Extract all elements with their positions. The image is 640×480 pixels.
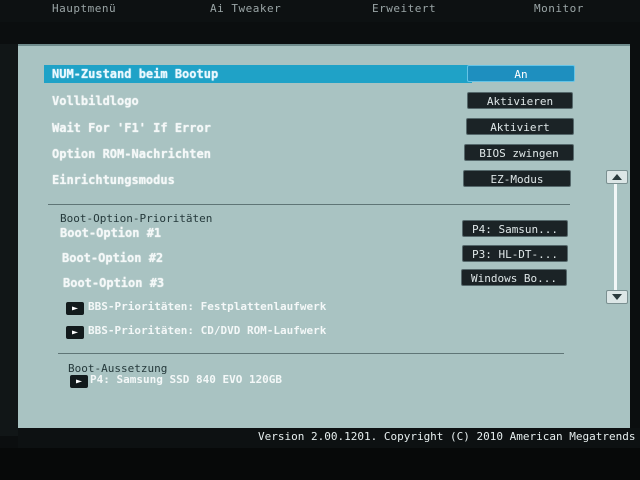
submenu-bbs-cdrom[interactable]: BBS-Prioritäten: CD/DVD ROM-Laufwerk [88, 324, 326, 337]
boot-override-item[interactable]: P4: Samsung SSD 840 EVO 120GB [90, 373, 282, 386]
setting-label: Vollbildlogo [52, 94, 139, 108]
setting-label: Boot-Option #3 [63, 276, 165, 290]
boot-option-row-1[interactable]: Boot-Option #1 [52, 224, 440, 242]
setting-label: NUM-Zustand beim Bootup [52, 67, 219, 81]
boot-option-value-3[interactable]: Windows Bo... [461, 269, 567, 286]
arrow-down-icon [612, 294, 622, 300]
chevron-right-icon: ► [70, 375, 88, 388]
setting-value-wait-f1[interactable]: Aktiviert [466, 118, 574, 135]
left-bezel [0, 44, 18, 436]
setting-value-setup-mode[interactable]: EZ-Modus [463, 170, 571, 187]
divider [58, 353, 564, 354]
boot-option-value-1[interactable]: P4: Samsun... [462, 220, 568, 237]
setting-label: Einrichtungsmodus [52, 173, 175, 187]
boot-option-row-3[interactable]: Boot-Option #3 [55, 274, 443, 292]
setting-label: Boot-Option #1 [60, 226, 162, 240]
submenu-bbs-hdd[interactable]: BBS-Prioritäten: Festplattenlaufwerk [88, 300, 326, 313]
setting-row-fullscreen-logo[interactable]: Vollbildlogo [44, 92, 472, 110]
setting-value-num-state[interactable]: An [467, 65, 575, 82]
scroll-down-button[interactable] [606, 290, 628, 304]
setting-value-option-rom[interactable]: BIOS zwingen [464, 144, 574, 161]
setting-row-num-state[interactable]: NUM-Zustand beim Bootup [44, 65, 472, 83]
setting-label: Boot-Option #2 [62, 251, 164, 265]
tab-ai-tweaker[interactable]: Ai Tweaker [210, 2, 281, 15]
divider [48, 204, 570, 205]
scroll-up-button[interactable] [606, 170, 628, 184]
bottom-bezel [0, 448, 640, 480]
boot-option-row-2[interactable]: Boot-Option #2 [54, 249, 442, 267]
tab-hauptmenu[interactable]: Hauptmenü [52, 2, 116, 15]
copyright-text: Version 2.00.1201. Copyright (C) 2010 Am… [258, 430, 636, 443]
chevron-right-icon: ► [66, 326, 84, 339]
tab-erweitert[interactable]: Erweitert [372, 2, 436, 15]
setting-label: Option ROM-Nachrichten [52, 147, 211, 161]
chevron-right-icon: ► [66, 302, 84, 315]
scrollbar-track[interactable] [614, 184, 617, 292]
setting-value-fullscreen-logo[interactable]: Aktivieren [467, 92, 573, 109]
setting-label: Wait For 'F1' If Error [52, 121, 211, 135]
setting-row-wait-f1[interactable]: Wait For 'F1' If Error [44, 119, 472, 137]
setting-row-option-rom[interactable]: Option ROM-Nachrichten [44, 145, 472, 163]
arrow-up-icon [612, 174, 622, 180]
tab-monitor[interactable]: Monitor [534, 2, 584, 15]
setting-row-setup-mode[interactable]: Einrichtungsmodus [44, 171, 472, 189]
boot-option-value-2[interactable]: P3: HL-DT-... [462, 245, 568, 262]
